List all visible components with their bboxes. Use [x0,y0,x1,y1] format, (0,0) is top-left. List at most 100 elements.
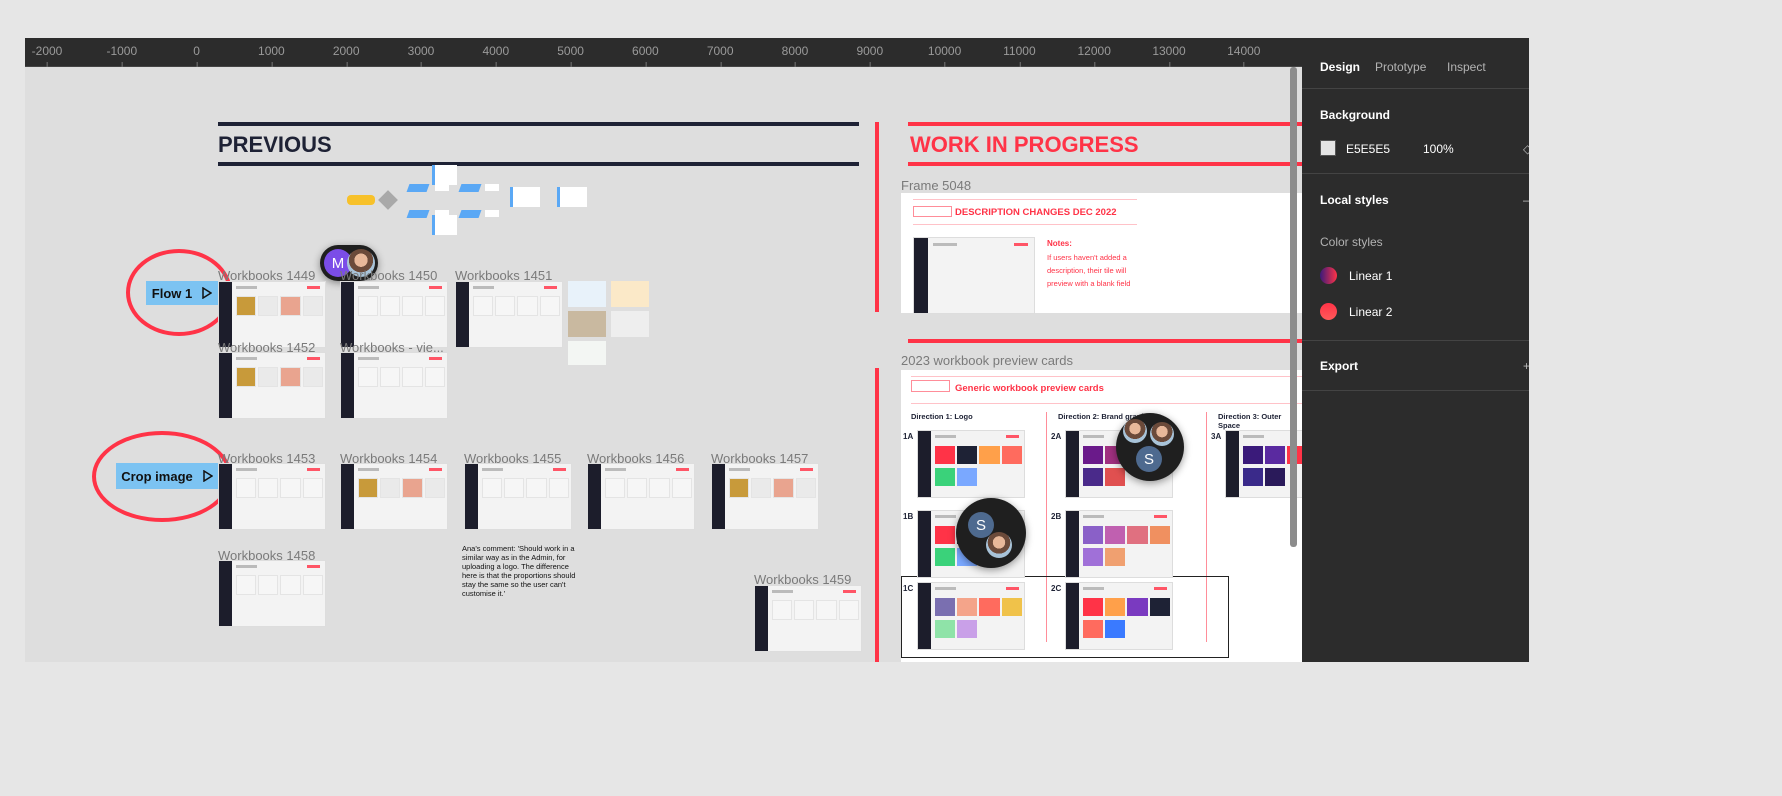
flowchart-step[interactable] [435,184,449,191]
flow-label: Flow 1 [151,285,193,301]
workbook-frame[interactable] [587,463,695,530]
workbook-frame[interactable] [340,463,448,530]
frame-label[interactable]: 2023 workbook preview cards [901,353,1073,368]
ruler-tick: 6000 [632,44,659,67]
image-tile[interactable] [568,281,606,307]
flowchart-box[interactable] [510,187,540,207]
background-swatch[interactable] [1320,140,1336,156]
variant-label: 3A [1211,432,1222,441]
divider [908,339,1308,343]
workbook-frame[interactable] [464,463,572,530]
flowchart-box[interactable] [432,215,457,235]
preview-card-mockup[interactable] [917,582,1025,650]
frame-heading: Generic workbook preview cards [955,383,1104,394]
section-title-previous: PREVIOUS [218,132,332,157]
flowchart-step[interactable] [406,210,430,218]
image-tile[interactable] [568,311,606,337]
flowchart-box[interactable] [557,187,587,207]
notes-text: If users haven't added a description, th… [1047,253,1131,288]
flowchart-step[interactable] [458,184,482,192]
workbook-frame[interactable] [340,352,448,419]
ruler-tick: 4000 [482,44,510,67]
flowchart-step[interactable] [458,210,482,218]
color-styles-title: Color styles [1320,235,1383,249]
tab-inspect[interactable]: Inspect [1447,60,1486,74]
collaborator-bubble[interactable]: S [956,498,1026,568]
workbook-frame[interactable] [754,585,862,652]
background-color-value[interactable]: E5E5E5 [1346,142,1390,156]
background-opacity[interactable]: 100% [1423,142,1454,156]
flow-1-button[interactable]: Flow 1 [146,281,218,305]
ruler-tick: 9000 [856,44,884,67]
workbooks-screenshot [913,237,1035,314]
avatar[interactable]: S [1136,446,1162,472]
figma-window: -2000 -1000 0 1000 2000 3000 4000 5000 6000 7000 8… [25,38,1529,662]
flowchart-decision[interactable] [378,190,398,210]
image-tile[interactable] [568,341,606,365]
ruler-tick: 13000 [1152,44,1186,67]
preview-card-mockup[interactable] [917,430,1025,498]
flowchart-start[interactable] [347,195,375,205]
workbook-frame[interactable] [340,281,448,348]
visibility-icon[interactable]: ◇ [1523,142,1529,156]
style-name: Linear 2 [1349,304,1393,319]
direction-title: Direction 1: Logo [911,412,973,421]
ruler-tick: 14000 [1227,44,1261,67]
ticket-tag [911,380,950,392]
flowchart-step[interactable] [485,210,499,217]
frame-heading: DESCRIPTION CHANGES DEC 2022 [955,207,1117,218]
workbook-frame[interactable] [218,352,326,419]
flowchart-step[interactable] [406,184,430,192]
avatar-photo[interactable] [1150,422,1174,446]
play-icon [203,470,213,482]
minus-icon[interactable]: – [1523,193,1529,207]
divider [218,162,859,166]
ruler-tick: 10000 [927,44,962,67]
style-item-linear-1[interactable]: Linear 1 [1320,267,1392,284]
variant-label: 2A [1051,432,1062,441]
ruler-tick: 5000 [557,44,584,67]
flow-label: Crop image [121,468,193,484]
image-tile[interactable] [611,311,649,337]
divider [908,122,1308,126]
divider [875,122,879,312]
workbook-frame[interactable] [455,281,563,348]
workbook-frame[interactable] [218,463,326,530]
notes-title: Notes: [1047,239,1072,248]
tab-prototype[interactable]: Prototype [1375,60,1426,74]
workbook-frame[interactable] [218,560,326,627]
flowchart-step[interactable] [485,184,499,191]
style-item-linear-2[interactable]: Linear 2 [1320,303,1392,320]
play-icon [202,287,213,299]
avatar-photo[interactable] [986,532,1012,558]
comment-text: Ana's comment: 'Should work in a similar… [462,544,576,598]
ruler-tick: -2000 [31,44,63,67]
variant-label: 1B [903,512,914,521]
frame-label[interactable]: Frame 5048 [901,178,971,193]
variant-label: 2B [1051,512,1062,521]
collaborator-bubble[interactable]: S [1116,413,1184,481]
tab-design[interactable]: Design [1320,60,1360,74]
vertical-scrollbar[interactable] [1290,67,1297,547]
preview-card-mockup[interactable] [1065,510,1173,578]
background-title: Background [1320,108,1391,122]
avatar-photo[interactable] [1123,419,1147,443]
workbook-frame[interactable] [218,281,326,348]
variant-label: 1A [903,432,914,441]
workbook-frame[interactable] [711,463,819,530]
image-tile[interactable] [611,281,649,307]
divider [908,162,1308,166]
ruler-tick: 0 [193,44,200,67]
divider [875,368,879,662]
gradient-swatch-icon [1320,267,1337,284]
ruler-tick: 12000 [1077,44,1111,67]
variant-label: 1C [903,584,914,593]
preview-card-mockup[interactable] [1065,582,1173,650]
ruler-tick: 7000 [706,44,734,67]
flowchart-box[interactable] [432,165,457,185]
add-export-icon[interactable]: + [1523,359,1529,373]
properties-panel: Design Prototype Inspect Background E5E5… [1302,38,1529,662]
frame-5048[interactable]: DESCRIPTION CHANGES DEC 2022 Notes: If u… [901,193,1302,314]
canvas[interactable]: PREVIOUS WORK IN PROGRESS M Flow 1 Crop … [25,67,1333,662]
crop-image-flow-button[interactable]: Crop image [116,463,218,489]
